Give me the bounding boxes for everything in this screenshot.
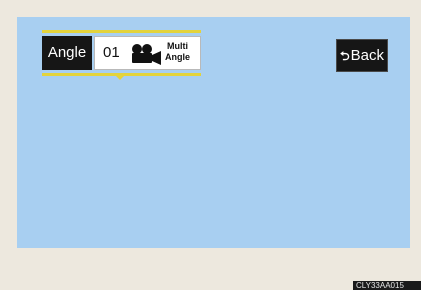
angle-label: Angle [47, 44, 87, 61]
return-arrow-icon: ⮌ [340, 49, 350, 63]
multi-angle-line1: Multi [167, 41, 188, 51]
pointer-triangle-icon [115, 75, 125, 80]
multi-angle-line2: Angle [165, 52, 191, 62]
angle-number: 01 [103, 44, 120, 61]
angle-value-display: 01 Multi Angle [94, 36, 201, 70]
highlight-bar-top [42, 30, 201, 33]
multi-angle-label: Multi Angle [165, 41, 190, 63]
angle-control: Angle 01 Multi Angle [42, 30, 201, 80]
video-camera-icon [132, 44, 161, 65]
angle-button[interactable]: Angle [42, 36, 92, 70]
back-label: Back [350, 47, 384, 64]
figure-code: CLY33AA015 [353, 281, 421, 290]
back-button[interactable]: ⮌Back [336, 39, 388, 72]
figure-frame: Angle 01 Multi Angle ⮌Back CLY33AA015 [0, 0, 421, 290]
